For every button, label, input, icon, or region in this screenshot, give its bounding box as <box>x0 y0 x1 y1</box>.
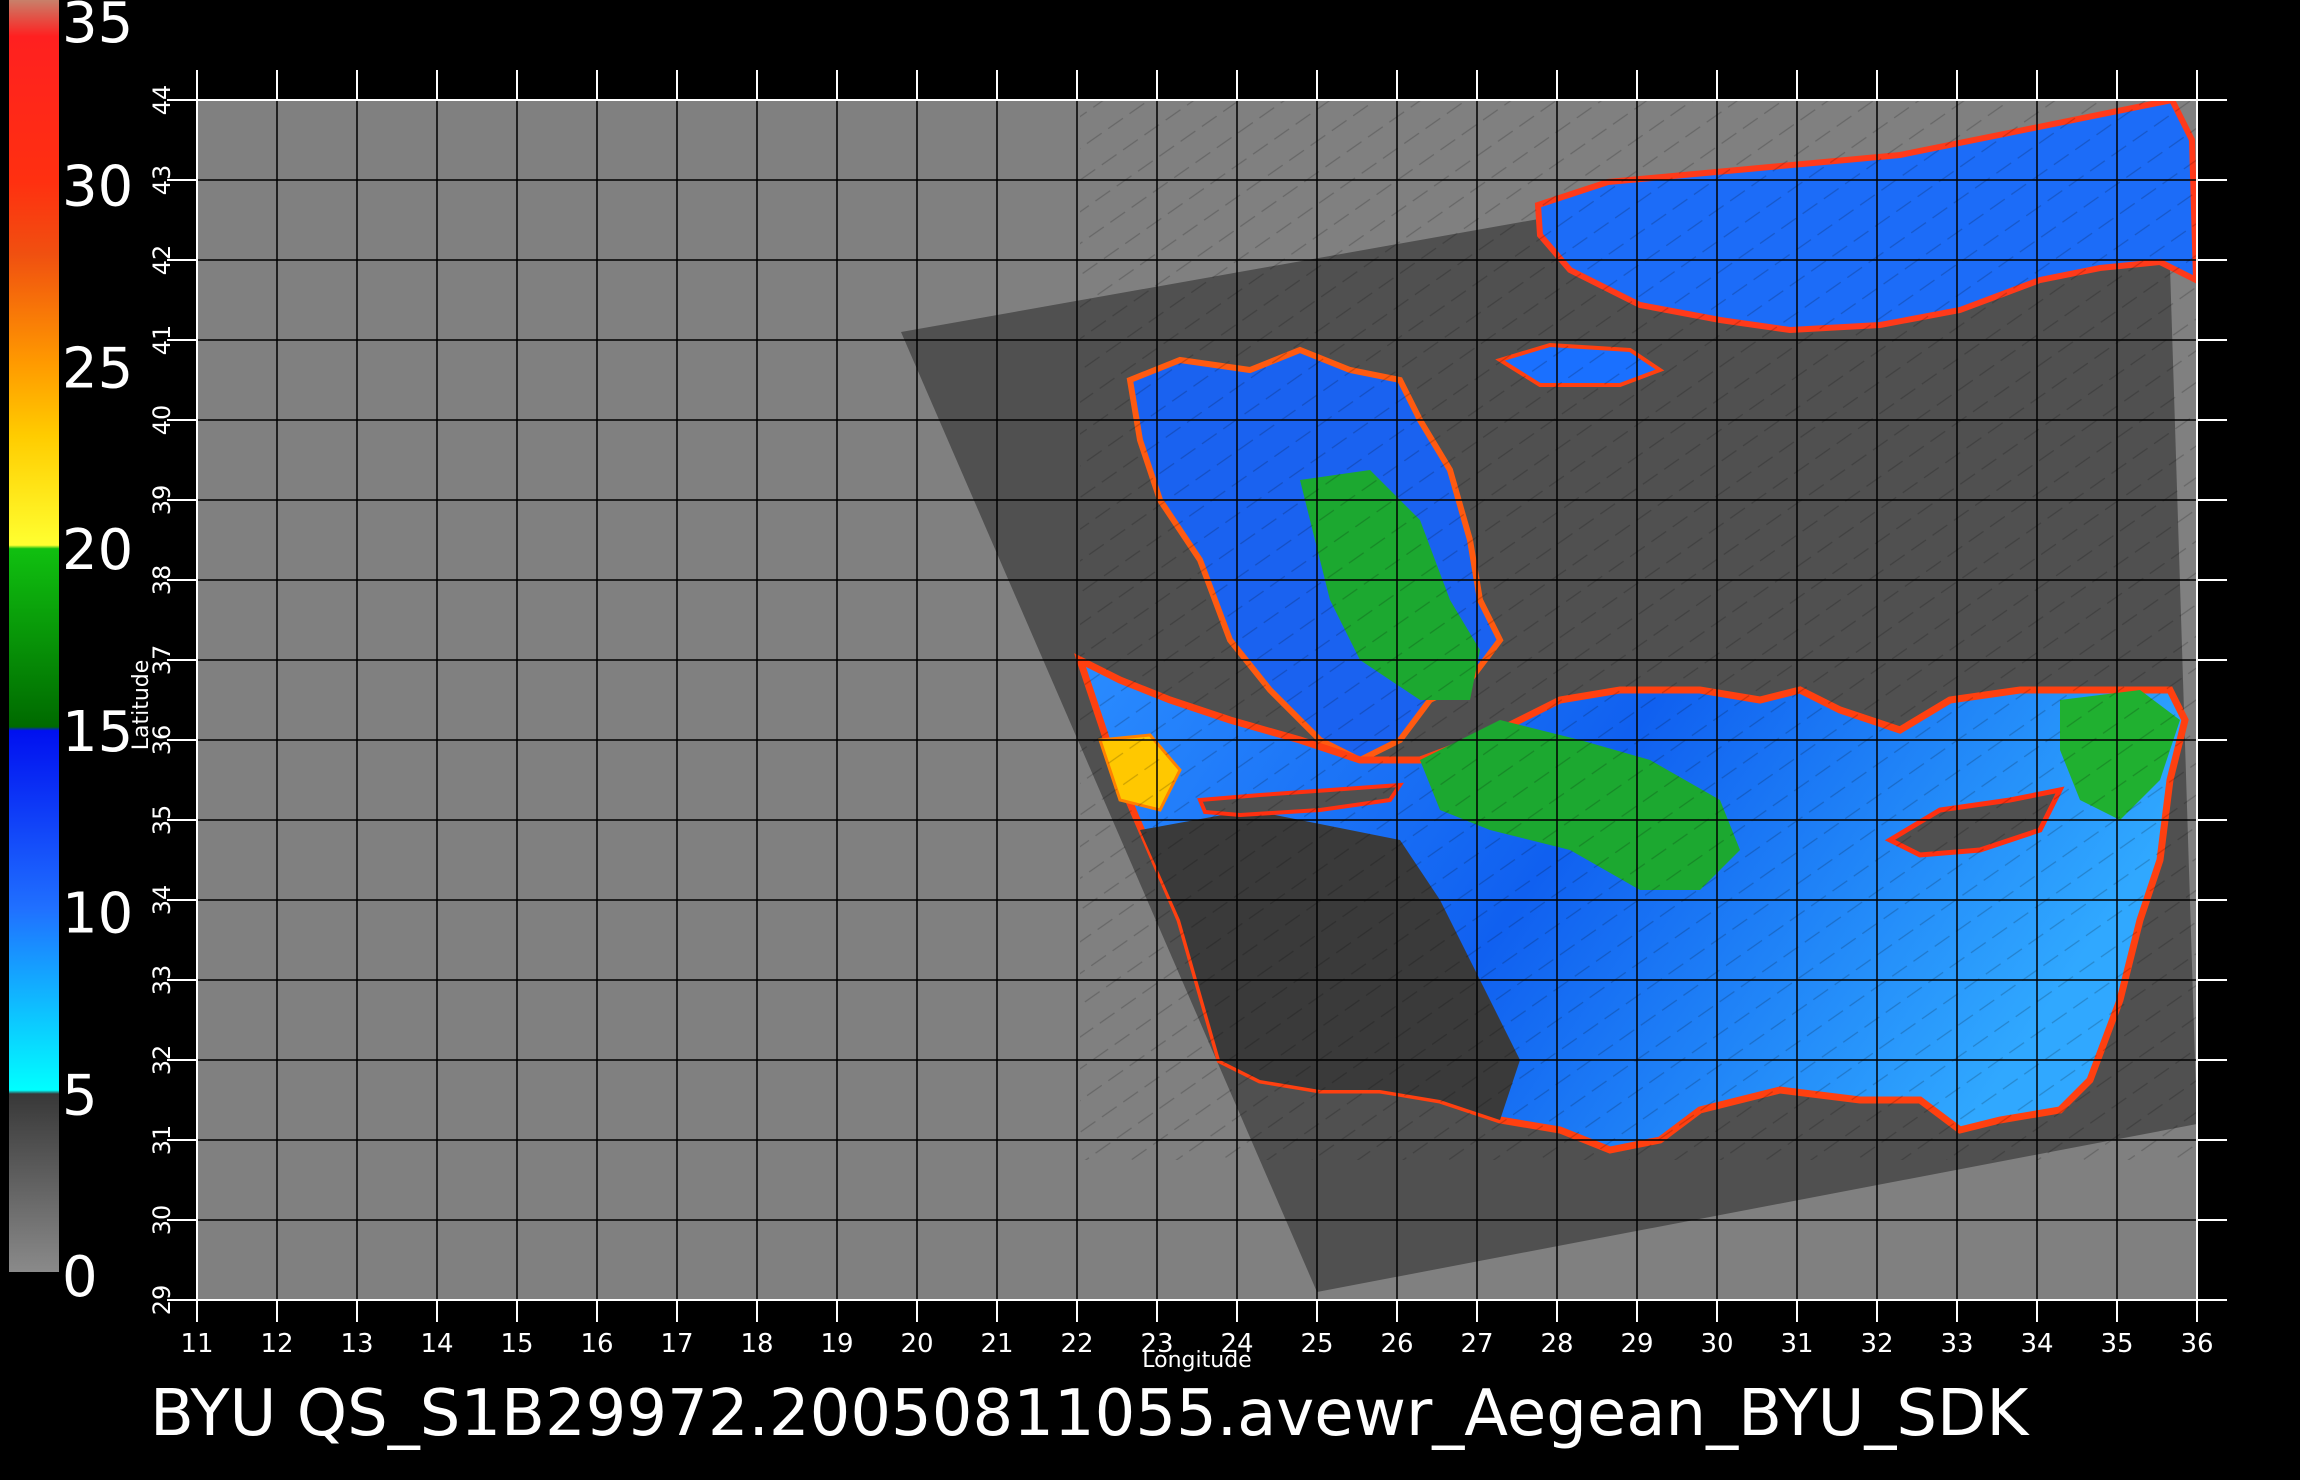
lon-tick-label: 21 <box>980 1329 1013 1359</box>
colorbar-tick-label: 0 <box>62 1245 98 1310</box>
lon-tick-label: 28 <box>1540 1329 1573 1359</box>
x-axis-label: Longitude <box>1142 1348 1251 1373</box>
lon-tick-label: 13 <box>340 1329 373 1359</box>
lon-tick-label: 22 <box>1060 1329 1093 1359</box>
lon-tick-label: 25 <box>1300 1329 1333 1359</box>
colorbar-ticks: 35 30 25 20 15 10 5 0 <box>62 0 133 1310</box>
colorbar-tick-label: 5 <box>62 1063 98 1128</box>
colorbar-tick-label: 30 <box>62 155 133 220</box>
map-panel: 11 12 13 14 15 16 17 18 19 20 21 22 23 24 25 26 27 28 29 30… <box>129 70 2227 1373</box>
colorbar-tick-label: 10 <box>62 882 133 947</box>
lon-tick-label: 20 <box>900 1329 933 1359</box>
lat-tick-label: 40 <box>148 405 176 436</box>
lon-tick-label: 32 <box>1860 1329 1893 1359</box>
lat-tick-label: 30 <box>148 1205 176 1236</box>
lat-tick-label: 43 <box>148 165 176 196</box>
lon-tick-label: 31 <box>1780 1329 1813 1359</box>
colorbar-tick-label: 20 <box>62 518 133 583</box>
lon-tick-label: 34 <box>2020 1329 2053 1359</box>
lon-tick-label: 27 <box>1460 1329 1493 1359</box>
lon-tick-label: 11 <box>180 1329 213 1359</box>
wind-speed-field <box>1074 100 2197 1160</box>
lat-tick-label: 41 <box>148 325 176 356</box>
lat-tick-label: 34 <box>148 885 176 916</box>
colorbar-tick-label: 35 <box>62 0 133 56</box>
colorbar-tick-label: 15 <box>62 700 133 765</box>
lat-tick-label: 42 <box>148 245 176 276</box>
colorbar-ramp <box>9 0 59 1272</box>
lat-tick-label: 38 <box>148 565 176 596</box>
lon-tick-label: 35 <box>2100 1329 2133 1359</box>
lat-tick-label: 32 <box>148 1045 176 1076</box>
wind-barb-overlay <box>1080 100 2197 1160</box>
lon-tick-label: 29 <box>1620 1329 1653 1359</box>
lon-tick-label: 26 <box>1380 1329 1413 1359</box>
lon-tick-label: 19 <box>820 1329 853 1359</box>
colorbar-tick-label: 25 <box>62 336 133 401</box>
wind-speed-map-figure: 35 30 25 20 15 10 5 0 11 12 13 14 15 16 17 18 1… <box>9 0 2227 1451</box>
y-axis-label: Latitude <box>129 660 154 751</box>
lat-tick-label: 29 <box>148 1285 176 1316</box>
lon-tick-label: 12 <box>260 1329 293 1359</box>
colorbar: 35 30 25 20 15 10 5 0 <box>9 0 133 1310</box>
lat-tick-label: 44 <box>148 85 176 116</box>
lon-tick-label: 30 <box>1700 1329 1733 1359</box>
lon-tick-label: 33 <box>1940 1329 1973 1359</box>
lat-tick-label: 39 <box>148 485 176 516</box>
lon-tick-label: 18 <box>740 1329 773 1359</box>
caption: BYU QS_S1B29972.20050811055.avewr_Aegean… <box>150 1377 2030 1451</box>
lon-tick-label: 17 <box>660 1329 693 1359</box>
lat-tick-label: 31 <box>148 1125 176 1156</box>
lon-tick-label: 16 <box>580 1329 613 1359</box>
lat-tick-label: 35 <box>148 805 176 836</box>
lon-tick-label: 14 <box>420 1329 453 1359</box>
lat-tick-label: 33 <box>148 965 176 996</box>
lon-tick-label: 36 <box>2180 1329 2213 1359</box>
lon-tick-label: 15 <box>500 1329 533 1359</box>
